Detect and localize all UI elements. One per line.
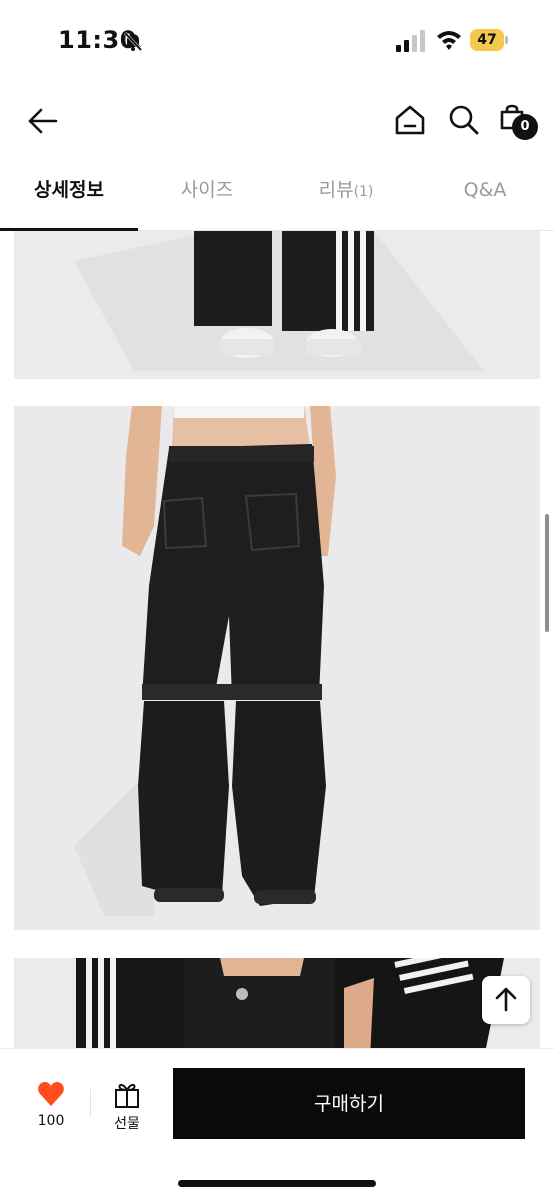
product-photo-1 bbox=[14, 231, 540, 379]
top-nav: 0 bbox=[0, 84, 554, 156]
product-photo-2 bbox=[14, 406, 540, 930]
scrollbar-thumb[interactable] bbox=[545, 514, 549, 632]
back-arrow-icon[interactable] bbox=[24, 102, 62, 140]
scroll-to-top-button[interactable] bbox=[482, 976, 530, 1024]
wifi-icon bbox=[437, 31, 461, 50]
heart-icon bbox=[38, 1082, 64, 1106]
arrow-up-icon bbox=[495, 987, 517, 1012]
gift-button[interactable]: 선물 bbox=[100, 1079, 154, 1139]
product-detail-content bbox=[0, 231, 554, 1049]
like-count: 100 bbox=[37, 1113, 65, 1129]
gift-icon bbox=[115, 1083, 139, 1108]
bottom-action-bar: 100 선물 구매하기 bbox=[0, 1048, 554, 1201]
tab-size[interactable]: 사이즈 bbox=[138, 160, 276, 230]
tab-qna[interactable]: Q&A bbox=[416, 160, 554, 230]
tab-reviews[interactable]: 리뷰(1) bbox=[276, 160, 416, 230]
home-indicator bbox=[178, 1180, 376, 1187]
search-icon[interactable] bbox=[446, 102, 482, 138]
buy-button[interactable]: 구매하기 bbox=[173, 1068, 525, 1139]
bottom-bar-divider bbox=[90, 1089, 91, 1117]
cart-count-badge: 0 bbox=[512, 114, 538, 140]
product-photo-3 bbox=[14, 958, 540, 1049]
photo-1-illustration bbox=[14, 231, 540, 379]
gift-label: 선물 bbox=[114, 1116, 140, 1132]
battery-level: 47 bbox=[477, 32, 497, 48]
photo-3-illustration bbox=[14, 958, 540, 1049]
photo-2-illustration bbox=[14, 406, 540, 930]
bell-slash-icon bbox=[123, 31, 143, 52]
battery-icon: 47 bbox=[470, 29, 510, 53]
tab-reviews-count: (1) bbox=[353, 184, 374, 200]
cart-button[interactable]: 0 bbox=[496, 102, 542, 144]
tab-details[interactable]: 상세정보 bbox=[0, 160, 138, 230]
detail-tabs: 상세정보 사이즈 리뷰(1) Q&A bbox=[0, 160, 554, 231]
home-icon[interactable] bbox=[392, 102, 428, 138]
status-bar: 11:30 47 bbox=[0, 0, 554, 84]
like-button[interactable]: 100 bbox=[24, 1079, 78, 1139]
signal-icon bbox=[396, 30, 425, 52]
tab-reviews-label: 리뷰 bbox=[318, 179, 354, 201]
